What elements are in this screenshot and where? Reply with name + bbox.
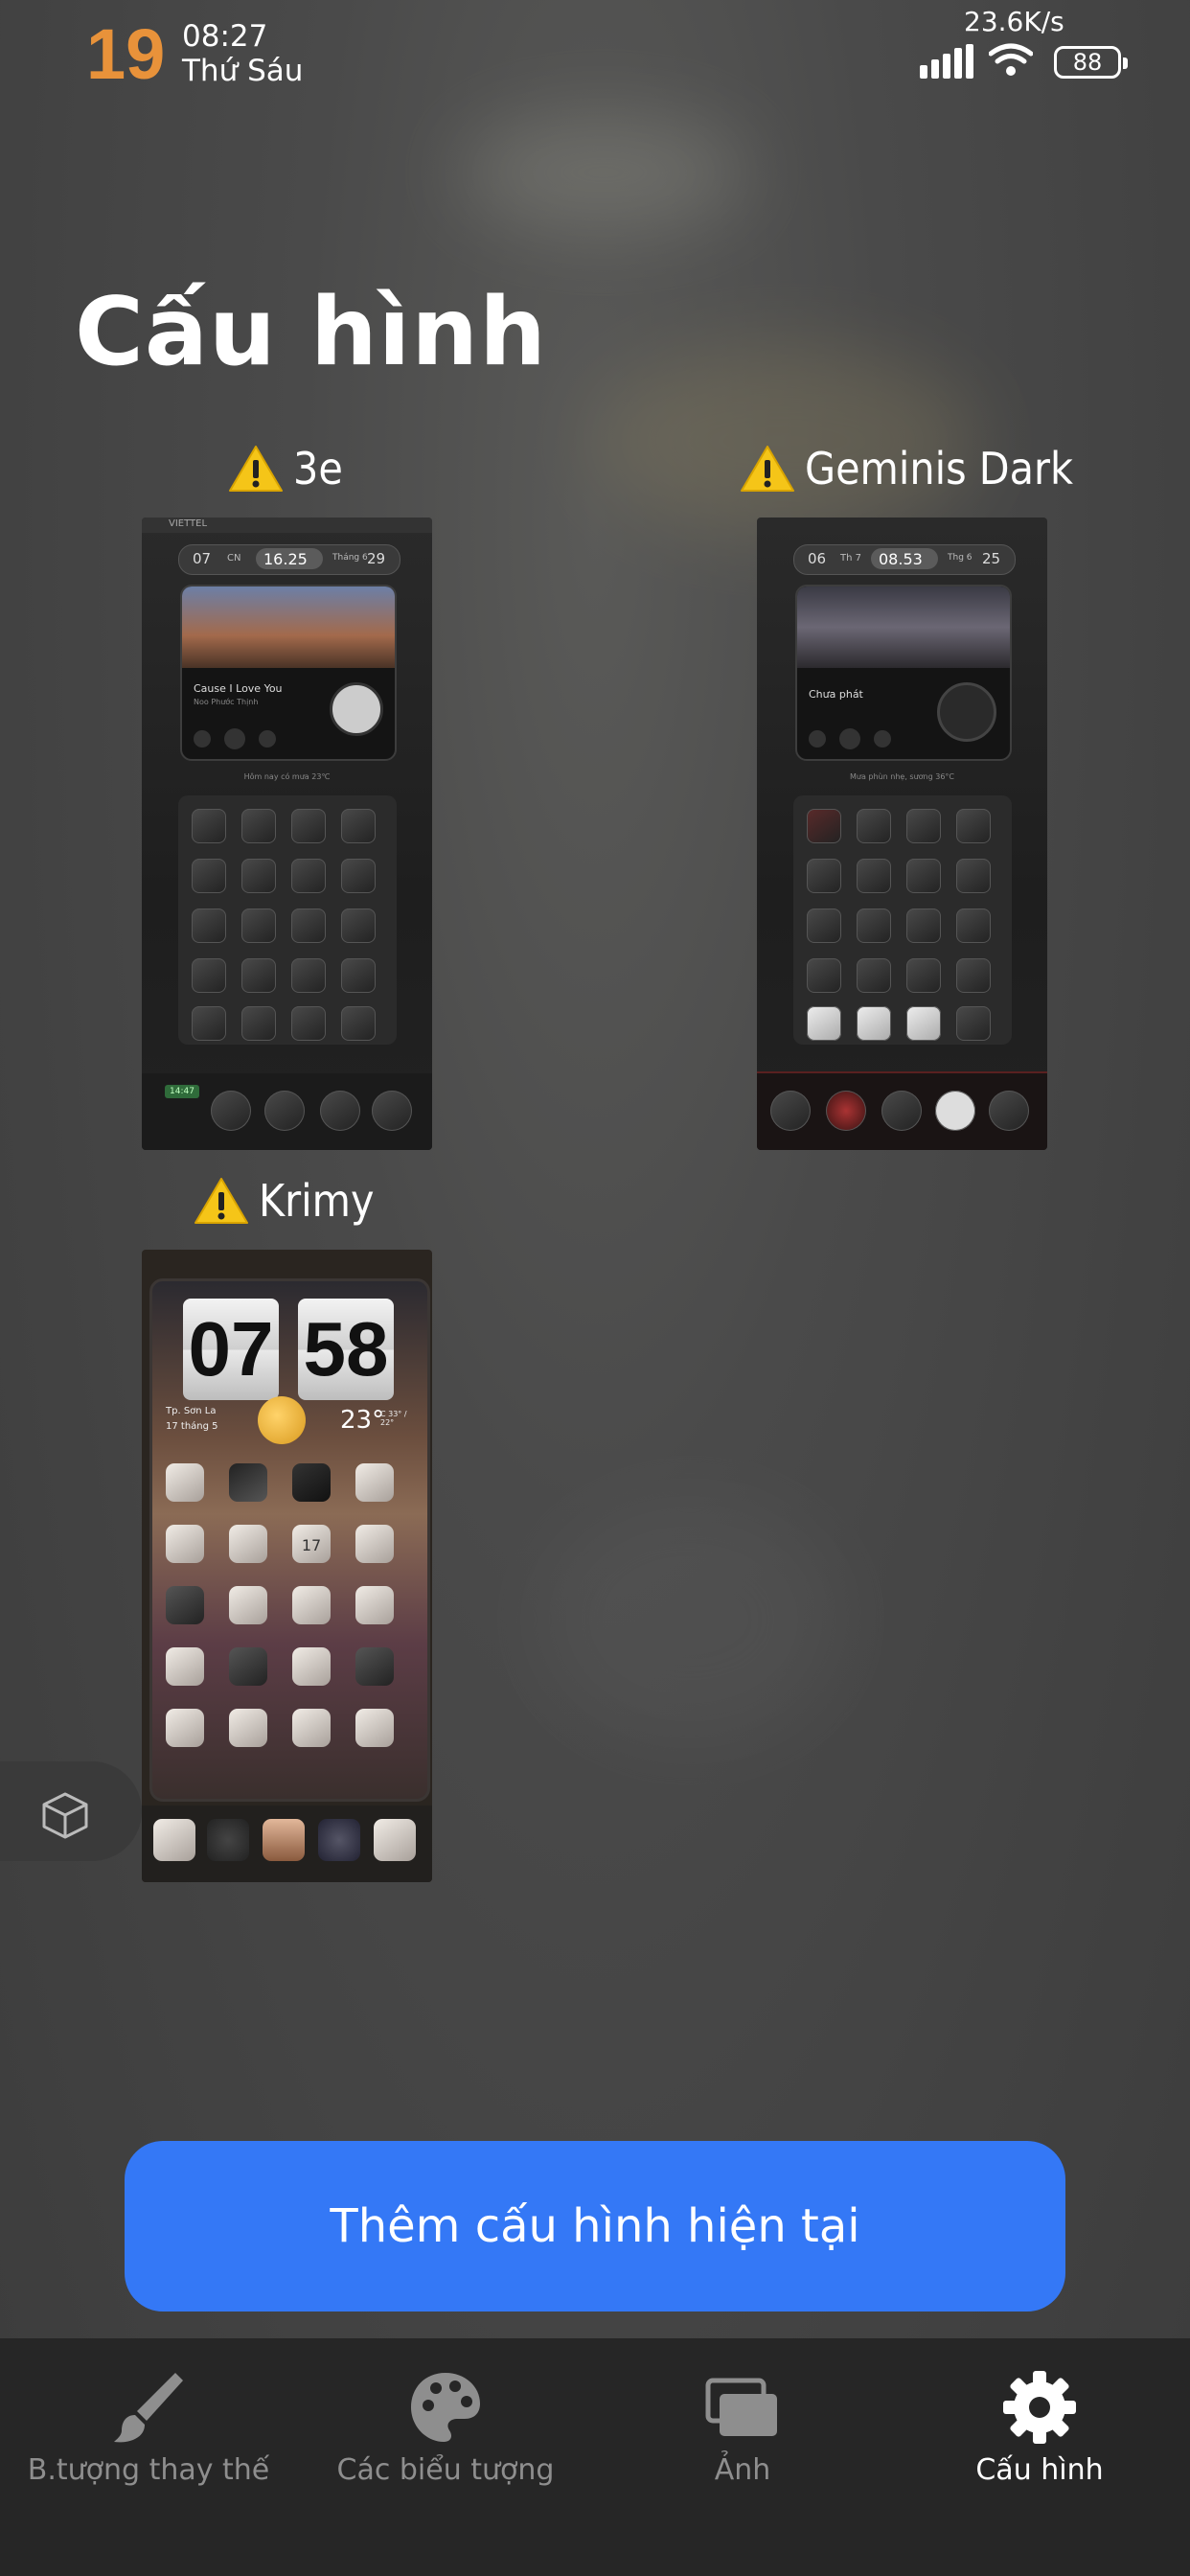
theme-card-krimy[interactable]: Krimy 07 58 Tp. Sơn La 17 tháng 5 23° C … xyxy=(142,1175,432,1884)
preview-clock: 06 Th 7 08.53 Thg 6 25 xyxy=(793,544,1016,575)
status-time: 08:27 xyxy=(182,19,268,54)
theme-name: 3e xyxy=(293,443,343,494)
images-icon xyxy=(705,2378,777,2436)
preview-media-widget: Cause I Love You Noo Phước Thịnh xyxy=(180,585,397,761)
floating-side-button[interactable] xyxy=(0,1761,142,1861)
preview-clock-day: 06 xyxy=(808,550,827,567)
sun-cloud-icon xyxy=(258,1396,306,1444)
wallpaper-blur xyxy=(537,1495,843,1744)
preview-temperature: 23° xyxy=(340,1406,385,1435)
preview-statusbar: VIETTEL xyxy=(142,518,432,533)
preview-clock-month: Tháng 6 xyxy=(332,553,368,563)
status-weekday: Thứ Sáu xyxy=(182,54,304,88)
preview-carrier: VIETTEL xyxy=(169,518,208,529)
theme-card-geminis-dark[interactable]: Geminis Dark 06 Th 7 08.53 Thg 6 25 Chưa… xyxy=(741,443,1073,1152)
preview-clock-time: 08.53 xyxy=(879,550,923,568)
wifi-icon xyxy=(989,43,1033,76)
preview-clock-num: 29 xyxy=(367,550,386,567)
preview-caption: Mưa phùn nhẹ, sương 36°C xyxy=(850,772,954,781)
preview-flip-minute: 58 xyxy=(298,1299,394,1400)
status-bar: 19 08:27 Thứ Sáu 23.6K/s 88 xyxy=(0,0,1190,105)
preview-dock: 14:47 xyxy=(142,1073,432,1150)
theme-preview[interactable]: 06 Th 7 08.53 Thg 6 25 Chưa phát Mưa phù… xyxy=(757,518,1047,1150)
nav-label: B.tượng thay thế xyxy=(27,2453,270,2487)
cube-icon xyxy=(42,1792,88,1839)
brush-icon xyxy=(114,2373,183,2443)
theme-preview[interactable]: 07 58 Tp. Sơn La 17 tháng 5 23° C 33° / … xyxy=(142,1250,432,1882)
theme-name: Geminis Dark xyxy=(805,443,1073,494)
nav-label: Các biểu tượng xyxy=(336,2453,555,2487)
preview-clock-weekday: Th 7 xyxy=(840,553,861,564)
signal-icon xyxy=(920,44,975,79)
warning-icon xyxy=(229,446,283,492)
wallpaper-blur xyxy=(460,115,747,230)
preview-location: Tp. Sơn La xyxy=(166,1406,217,1416)
nav-label: Cấu hình xyxy=(975,2453,1104,2487)
preview-media-widget: Chưa phát xyxy=(795,585,1012,761)
preview-flip-hour: 07 xyxy=(183,1299,279,1400)
preview-artist: Noo Phước Thịnh xyxy=(194,698,259,706)
warning-icon xyxy=(741,446,794,492)
preview-clock-day: 07 xyxy=(193,550,212,567)
bottom-nav: B.tượng thay thế Các biểu tượng Ảnh Cấu … xyxy=(0,2338,1190,2576)
preview-clock-time: 16.25 xyxy=(263,550,308,568)
preview-media-status: Chưa phát xyxy=(809,688,863,701)
theme-card-3e[interactable]: 3e VIETTEL 07 CN 16.25 Tháng 6 29 Cause … xyxy=(142,443,432,1152)
preview-calendar-icon: 17 xyxy=(292,1525,331,1563)
preview-clock-month: Thg 6 xyxy=(948,553,973,563)
preview-icon-grid xyxy=(793,795,1012,1045)
preview-song: Cause I Love You xyxy=(194,682,283,695)
nav-item-config[interactable]: Cấu hình xyxy=(891,2338,1188,2576)
theme-name: Krimy xyxy=(259,1175,375,1227)
theme-preview[interactable]: VIETTEL 07 CN 16.25 Tháng 6 29 Cause I L… xyxy=(142,518,432,1150)
gear-icon xyxy=(1003,2371,1076,2444)
nav-item-images[interactable]: Ảnh xyxy=(594,2338,891,2576)
palette-icon xyxy=(411,2373,480,2442)
nav-label: Ảnh xyxy=(714,2453,771,2487)
nav-item-icons[interactable]: Các biểu tượng xyxy=(297,2338,594,2576)
preview-temp-range: C 33° / 22° xyxy=(380,1410,407,1427)
preview-clock-num: 25 xyxy=(982,550,1001,567)
network-speed: 23.6K/s xyxy=(964,6,1064,37)
preview-dock xyxy=(142,1806,432,1882)
preview-dock-badge: 14:47 xyxy=(165,1085,199,1098)
preview-clock: 07 CN 16.25 Tháng 6 29 xyxy=(178,544,400,575)
add-current-config-button[interactable]: Thêm cấu hình hiện tại xyxy=(125,2141,1065,2312)
battery-indicator: 88 xyxy=(1054,46,1128,79)
preview-clock-weekday: CN xyxy=(227,553,241,564)
warning-icon xyxy=(195,1178,248,1224)
preview-dock xyxy=(757,1071,1047,1150)
preview-date: 17 tháng 5 xyxy=(166,1421,218,1432)
preview-caption: Hôm nay có mưa 23℃ xyxy=(243,772,331,781)
preview-screen: 07 58 Tp. Sơn La 17 tháng 5 23° C 33° / … xyxy=(149,1278,430,1802)
page-title: Cấu hình xyxy=(75,278,547,387)
status-day: 19 xyxy=(86,14,166,94)
preview-icon-grid xyxy=(178,795,397,1045)
nav-item-icon-replace[interactable]: B.tượng thay thế xyxy=(0,2338,297,2576)
